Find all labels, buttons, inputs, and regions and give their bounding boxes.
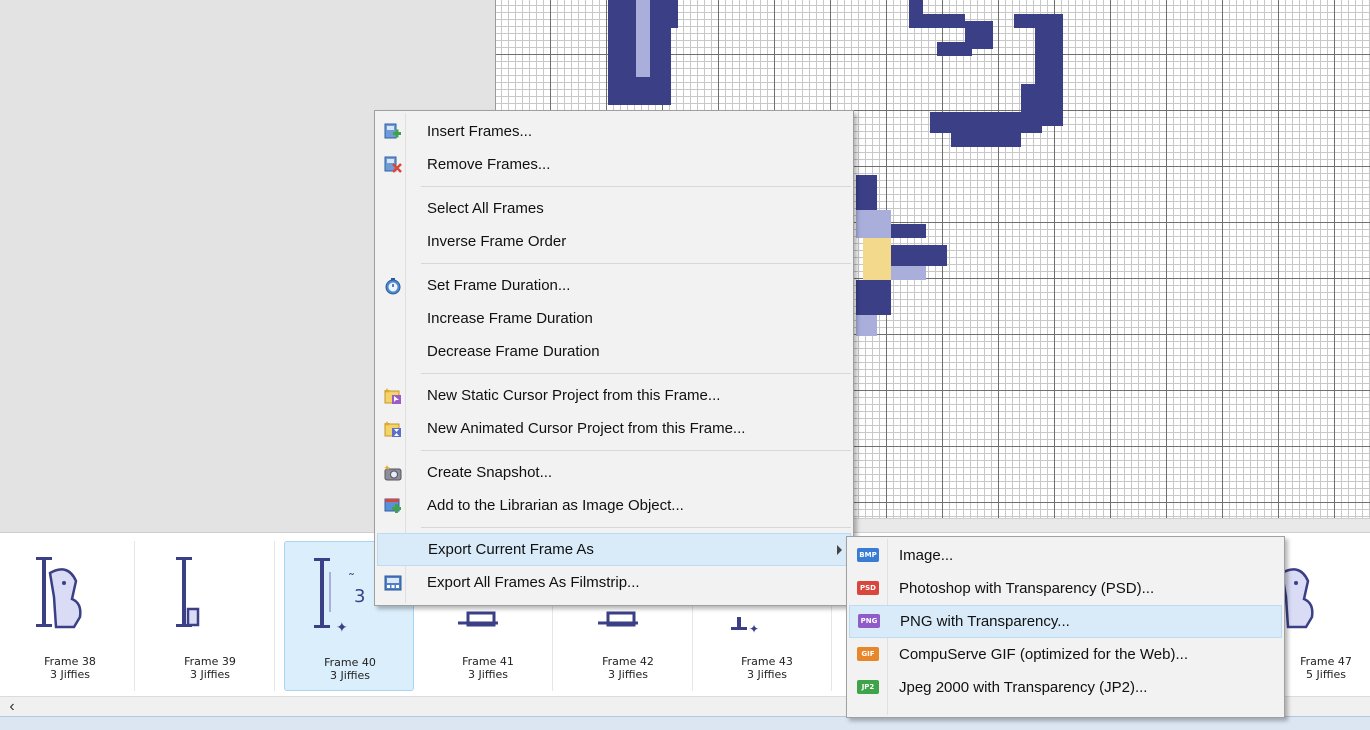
frame-43-duration: 3 Jiffies bbox=[747, 668, 787, 681]
psd-file-icon: PSD bbox=[857, 581, 879, 595]
frame-40-duration: 3 Jiffies bbox=[330, 669, 370, 682]
png-file-icon: PNG bbox=[858, 614, 880, 628]
menu-item-label: Select All Frames bbox=[427, 200, 544, 217]
filmstrip-icon bbox=[384, 575, 402, 591]
status-bar bbox=[0, 716, 1370, 730]
frame-42-duration: 3 Jiffies bbox=[608, 668, 648, 681]
new-animated-cursor-icon bbox=[384, 421, 401, 437]
jp2-file-icon: JP2 bbox=[857, 680, 879, 694]
menu-new-static-cursor-project[interactable]: New Static Cursor Project from this Fram… bbox=[377, 379, 851, 412]
svg-text:˜: ˜ bbox=[348, 572, 355, 588]
menu-separator bbox=[421, 450, 851, 451]
menu-item-label: Export Current Frame As bbox=[428, 541, 594, 558]
submenu-item-label: CompuServe GIF (optimized for the Web)..… bbox=[899, 646, 1188, 663]
submenu-export-gif[interactable]: GIF CompuServe GIF (optimized for the We… bbox=[849, 638, 1282, 671]
frame-42-name: Frame 42 bbox=[602, 655, 654, 668]
menu-item-label: Add to the Librarian as Image Object... bbox=[427, 497, 684, 514]
menu-item-label: New Animated Cursor Project from this Fr… bbox=[427, 420, 746, 437]
menu-item-label: Insert Frames... bbox=[427, 123, 533, 140]
frame-41-duration: 3 Jiffies bbox=[468, 668, 508, 681]
submenu-export-psd[interactable]: PSD Photoshop with Transparency (PSD)... bbox=[849, 572, 1282, 605]
frame-context-menu: Insert Frames... Remove Frames... Select… bbox=[374, 110, 854, 606]
menu-export-all-frames-filmstrip[interactable]: Export All Frames As Filmstrip... bbox=[377, 566, 851, 599]
frame-39-duration: 3 Jiffies bbox=[190, 668, 230, 681]
submenu-item-label: Image... bbox=[899, 547, 954, 564]
app-window: Frame 38 3 Jiffies Frame 39 3 Jiffies 3 … bbox=[0, 0, 1370, 730]
frame-38-duration: 3 Jiffies bbox=[50, 668, 90, 681]
menu-item-label: Decrease Frame Duration bbox=[427, 343, 600, 360]
frame-thumbnail-39[interactable]: Frame 39 3 Jiffies bbox=[145, 541, 275, 691]
remove-frames-icon bbox=[384, 156, 402, 173]
menu-separator bbox=[421, 527, 851, 528]
librarian-add-icon bbox=[384, 498, 401, 513]
menu-separator bbox=[421, 373, 851, 374]
frame-40-name: Frame 40 bbox=[324, 656, 376, 669]
submenu-item-label: PNG with Transparency... bbox=[900, 613, 1070, 630]
chevron-left-icon[interactable]: ‹ bbox=[4, 697, 20, 717]
stopwatch-icon bbox=[385, 278, 401, 295]
frame-38-name: Frame 38 bbox=[44, 655, 96, 668]
menu-export-current-frame-as[interactable]: Export Current Frame As bbox=[377, 533, 851, 566]
menu-add-to-librarian[interactable]: Add to the Librarian as Image Object... bbox=[377, 489, 851, 522]
menu-item-label: Export All Frames As Filmstrip... bbox=[427, 574, 640, 591]
menu-item-label: Set Frame Duration... bbox=[427, 277, 571, 294]
submenu-export-png[interactable]: PNG PNG with Transparency... bbox=[849, 605, 1282, 638]
menu-item-label: Create Snapshot... bbox=[427, 464, 553, 481]
submenu-item-label: Photoshop with Transparency (PSD)... bbox=[899, 580, 1155, 597]
frame-39-name: Frame 39 bbox=[184, 655, 236, 668]
submenu-item-label: Jpeg 2000 with Transparency (JP2)... bbox=[899, 679, 1148, 696]
menu-select-all-frames[interactable]: Select All Frames bbox=[377, 192, 851, 225]
frame-39-preview bbox=[176, 557, 200, 627]
menu-set-frame-duration[interactable]: Set Frame Duration... bbox=[377, 269, 851, 302]
frame-38-preview bbox=[36, 557, 82, 629]
menu-new-animated-cursor-project[interactable]: New Animated Cursor Project from this Fr… bbox=[377, 412, 851, 445]
menu-create-snapshot[interactable]: Create Snapshot... bbox=[377, 456, 851, 489]
frame-thumbnail-38[interactable]: Frame 38 3 Jiffies bbox=[5, 541, 135, 691]
bmp-file-icon: BMP bbox=[857, 548, 879, 562]
gif-file-icon: GIF bbox=[857, 647, 879, 661]
menu-decrease-frame-duration[interactable]: Decrease Frame Duration bbox=[377, 335, 851, 368]
svg-text:✦: ✦ bbox=[749, 622, 759, 636]
menu-item-label: Remove Frames... bbox=[427, 156, 551, 173]
menu-item-label: Increase Frame Duration bbox=[427, 310, 593, 327]
menu-insert-frames[interactable]: Insert Frames... bbox=[377, 115, 851, 148]
camera-icon bbox=[384, 465, 402, 481]
menu-increase-frame-duration[interactable]: Increase Frame Duration bbox=[377, 302, 851, 335]
menu-separator bbox=[421, 186, 851, 187]
menu-item-label: Inverse Frame Order bbox=[427, 233, 567, 250]
submenu-export-jp2[interactable]: JP2 Jpeg 2000 with Transparency (JP2)... bbox=[849, 671, 1282, 704]
frame-41-name: Frame 41 bbox=[462, 655, 514, 668]
new-static-cursor-icon bbox=[384, 388, 401, 404]
menu-separator bbox=[421, 263, 851, 264]
menu-inverse-frame-order[interactable]: Inverse Frame Order bbox=[377, 225, 851, 258]
frame-43-name: Frame 43 bbox=[741, 655, 793, 668]
submenu-export-image-bmp[interactable]: BMP Image... bbox=[849, 539, 1282, 572]
svg-text:✦: ✦ bbox=[336, 620, 348, 636]
menu-remove-frames[interactable]: Remove Frames... bbox=[377, 148, 851, 181]
submenu-arrow-icon bbox=[837, 545, 842, 555]
menu-item-label: New Static Cursor Project from this Fram… bbox=[427, 387, 721, 404]
svg-text:3: 3 bbox=[354, 586, 365, 607]
export-submenu: BMP Image... PSD Photoshop with Transpar… bbox=[846, 536, 1285, 718]
insert-frames-icon bbox=[384, 123, 401, 139]
